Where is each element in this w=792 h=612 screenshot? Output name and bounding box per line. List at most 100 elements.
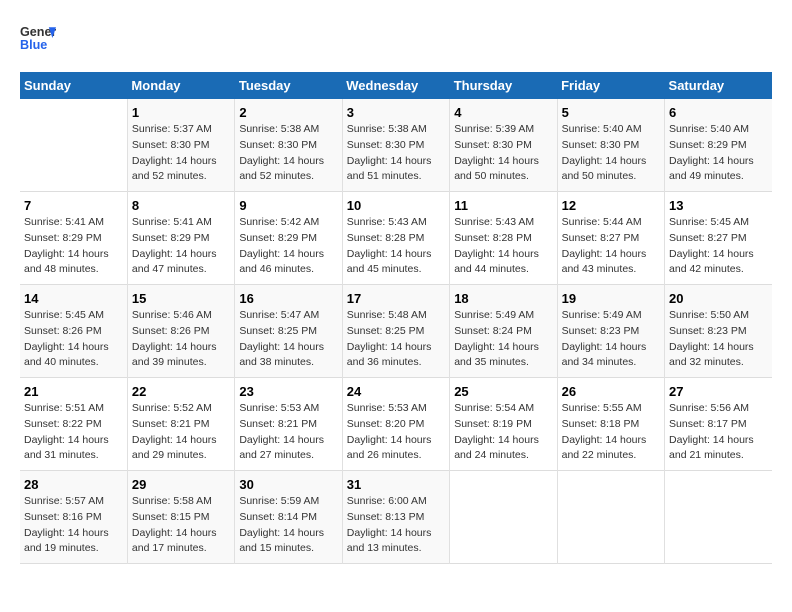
calendar-cell xyxy=(450,471,557,564)
day-info: Sunrise: 5:40 AMSunset: 8:30 PMDaylight:… xyxy=(562,122,660,185)
day-info: Sunrise: 5:42 AMSunset: 8:29 PMDaylight:… xyxy=(239,215,337,278)
calendar-cell: 25Sunrise: 5:54 AMSunset: 8:19 PMDayligh… xyxy=(450,378,557,471)
day-number: 14 xyxy=(24,291,123,306)
calendar-table: SundayMondayTuesdayWednesdayThursdayFrid… xyxy=(20,72,772,564)
day-number: 22 xyxy=(132,384,230,399)
day-number: 16 xyxy=(239,291,337,306)
calendar-week-row: 7 Sunrise: 5:41 AMSunset: 8:29 PMDaylight… xyxy=(20,192,772,285)
day-info: Sunrise: 5:39 AMSunset: 8:30 PMDaylight:… xyxy=(454,122,552,185)
calendar-cell: 5 Sunrise: 5:40 AMSunset: 8:30 PMDaylight… xyxy=(557,99,664,192)
day-number: 23 xyxy=(239,384,337,399)
logo: General Blue xyxy=(20,20,56,56)
header-day: Tuesday xyxy=(235,72,342,99)
header-day: Friday xyxy=(557,72,664,99)
day-number: 15 xyxy=(132,291,230,306)
calendar-cell: 23 Sunrise: 5:53 AMSunset: 8:21 PMDayligh… xyxy=(235,378,342,471)
day-number: 2 xyxy=(239,105,337,120)
calendar-cell: 17 Sunrise: 5:48 AMSunset: 8:25 PMDayligh… xyxy=(342,285,449,378)
calendar-cell: 24 Sunrise: 5:53 AMSunset: 8:20 PMDayligh… xyxy=(342,378,449,471)
calendar-cell: 2Sunrise: 5:38 AMSunset: 8:30 PMDaylight… xyxy=(235,99,342,192)
calendar-cell xyxy=(20,99,127,192)
calendar-cell: 22Sunrise: 5:52 AMSunset: 8:21 PMDayligh… xyxy=(127,378,234,471)
calendar-header: SundayMondayTuesdayWednesdayThursdayFrid… xyxy=(20,72,772,99)
calendar-week-row: 14 Sunrise: 5:45 AMSunset: 8:26 PMDayligh… xyxy=(20,285,772,378)
header-day: Sunday xyxy=(20,72,127,99)
day-number: 29 xyxy=(132,477,230,492)
day-info: Sunrise: 5:59 AMSunset: 8:14 PMDaylight:… xyxy=(239,494,337,557)
day-number: 30 xyxy=(239,477,337,492)
header: General Blue xyxy=(20,20,772,56)
calendar-cell: 14 Sunrise: 5:45 AMSunset: 8:26 PMDayligh… xyxy=(20,285,127,378)
calendar-cell: 19Sunrise: 5:49 AMSunset: 8:23 PMDayligh… xyxy=(557,285,664,378)
day-info: Sunrise: 5:40 AMSunset: 8:29 PMDaylight:… xyxy=(669,122,768,185)
day-info: Sunrise: 5:57 AMSunset: 8:16 PMDaylight:… xyxy=(24,494,123,557)
day-number: 17 xyxy=(347,291,445,306)
header-row: SundayMondayTuesdayWednesdayThursdayFrid… xyxy=(20,72,772,99)
day-info: Sunrise: 5:48 AMSunset: 8:25 PMDaylight:… xyxy=(347,308,445,371)
calendar-body: 1 Sunrise: 5:37 AMSunset: 8:30 PMDaylight… xyxy=(20,99,772,564)
day-number: 7 xyxy=(24,198,123,213)
header-day: Wednesday xyxy=(342,72,449,99)
calendar-cell: 30 Sunrise: 5:59 AMSunset: 8:14 PMDayligh… xyxy=(235,471,342,564)
day-info: Sunrise: 5:43 AMSunset: 8:28 PMDaylight:… xyxy=(347,215,445,278)
day-number: 12 xyxy=(562,198,660,213)
calendar-cell: 31 Sunrise: 6:00 AMSunset: 8:13 PMDayligh… xyxy=(342,471,449,564)
calendar-cell: 1 Sunrise: 5:37 AMSunset: 8:30 PMDaylight… xyxy=(127,99,234,192)
day-info: Sunrise: 5:49 AMSunset: 8:23 PMDaylight:… xyxy=(562,308,660,371)
day-number: 11 xyxy=(454,198,552,213)
day-number: 3 xyxy=(347,105,445,120)
day-number: 28 xyxy=(24,477,123,492)
day-number: 9 xyxy=(239,198,337,213)
header-day: Saturday xyxy=(665,72,772,99)
day-number: 31 xyxy=(347,477,445,492)
day-info: Sunrise: 5:50 AMSunset: 8:23 PMDaylight:… xyxy=(669,308,768,371)
calendar-cell xyxy=(557,471,664,564)
calendar-cell: 28 Sunrise: 5:57 AMSunset: 8:16 PMDayligh… xyxy=(20,471,127,564)
logo-icon: General Blue xyxy=(20,20,56,56)
header-day: Thursday xyxy=(450,72,557,99)
calendar-cell: 3 Sunrise: 5:38 AMSunset: 8:30 PMDaylight… xyxy=(342,99,449,192)
calendar-cell: 21 Sunrise: 5:51 AMSunset: 8:22 PMDayligh… xyxy=(20,378,127,471)
calendar-cell: 9 Sunrise: 5:42 AMSunset: 8:29 PMDaylight… xyxy=(235,192,342,285)
day-number: 24 xyxy=(347,384,445,399)
calendar-cell: 16 Sunrise: 5:47 AMSunset: 8:25 PMDayligh… xyxy=(235,285,342,378)
day-number: 1 xyxy=(132,105,230,120)
day-info: Sunrise: 5:49 AMSunset: 8:24 PMDaylight:… xyxy=(454,308,552,371)
calendar-cell: 29Sunrise: 5:58 AMSunset: 8:15 PMDayligh… xyxy=(127,471,234,564)
day-number: 21 xyxy=(24,384,123,399)
day-info: Sunrise: 5:38 AMSunset: 8:30 PMDaylight:… xyxy=(347,122,445,185)
day-number: 25 xyxy=(454,384,552,399)
day-info: Sunrise: 5:56 AMSunset: 8:17 PMDaylight:… xyxy=(669,401,768,464)
calendar-week-row: 21 Sunrise: 5:51 AMSunset: 8:22 PMDayligh… xyxy=(20,378,772,471)
day-number: 20 xyxy=(669,291,768,306)
day-info: Sunrise: 5:47 AMSunset: 8:25 PMDaylight:… xyxy=(239,308,337,371)
calendar-week-row: 28 Sunrise: 5:57 AMSunset: 8:16 PMDayligh… xyxy=(20,471,772,564)
day-info: Sunrise: 6:00 AMSunset: 8:13 PMDaylight:… xyxy=(347,494,445,557)
day-number: 6 xyxy=(669,105,768,120)
day-number: 13 xyxy=(669,198,768,213)
calendar-cell: 26Sunrise: 5:55 AMSunset: 8:18 PMDayligh… xyxy=(557,378,664,471)
day-number: 8 xyxy=(132,198,230,213)
calendar-cell: 11 Sunrise: 5:43 AMSunset: 8:28 PMDayligh… xyxy=(450,192,557,285)
calendar-cell: 7 Sunrise: 5:41 AMSunset: 8:29 PMDaylight… xyxy=(20,192,127,285)
day-info: Sunrise: 5:53 AMSunset: 8:20 PMDaylight:… xyxy=(347,401,445,464)
calendar-cell: 27 Sunrise: 5:56 AMSunset: 8:17 PMDayligh… xyxy=(665,378,772,471)
calendar-cell: 20 Sunrise: 5:50 AMSunset: 8:23 PMDayligh… xyxy=(665,285,772,378)
day-number: 5 xyxy=(562,105,660,120)
day-number: 18 xyxy=(454,291,552,306)
day-info: Sunrise: 5:43 AMSunset: 8:28 PMDaylight:… xyxy=(454,215,552,278)
day-number: 4 xyxy=(454,105,552,120)
calendar-cell: 6 Sunrise: 5:40 AMSunset: 8:29 PMDaylight… xyxy=(665,99,772,192)
header-day: Monday xyxy=(127,72,234,99)
day-info: Sunrise: 5:37 AMSunset: 8:30 PMDaylight:… xyxy=(132,122,230,185)
day-info: Sunrise: 5:44 AMSunset: 8:27 PMDaylight:… xyxy=(562,215,660,278)
calendar-cell: 12 Sunrise: 5:44 AMSunset: 8:27 PMDayligh… xyxy=(557,192,664,285)
day-info: Sunrise: 5:41 AMSunset: 8:29 PMDaylight:… xyxy=(24,215,123,278)
calendar-cell: 4 Sunrise: 5:39 AMSunset: 8:30 PMDaylight… xyxy=(450,99,557,192)
calendar-cell: 10 Sunrise: 5:43 AMSunset: 8:28 PMDayligh… xyxy=(342,192,449,285)
day-info: Sunrise: 5:53 AMSunset: 8:21 PMDaylight:… xyxy=(239,401,337,464)
day-info: Sunrise: 5:51 AMSunset: 8:22 PMDaylight:… xyxy=(24,401,123,464)
day-info: Sunrise: 5:45 AMSunset: 8:26 PMDaylight:… xyxy=(24,308,123,371)
day-number: 10 xyxy=(347,198,445,213)
day-number: 27 xyxy=(669,384,768,399)
